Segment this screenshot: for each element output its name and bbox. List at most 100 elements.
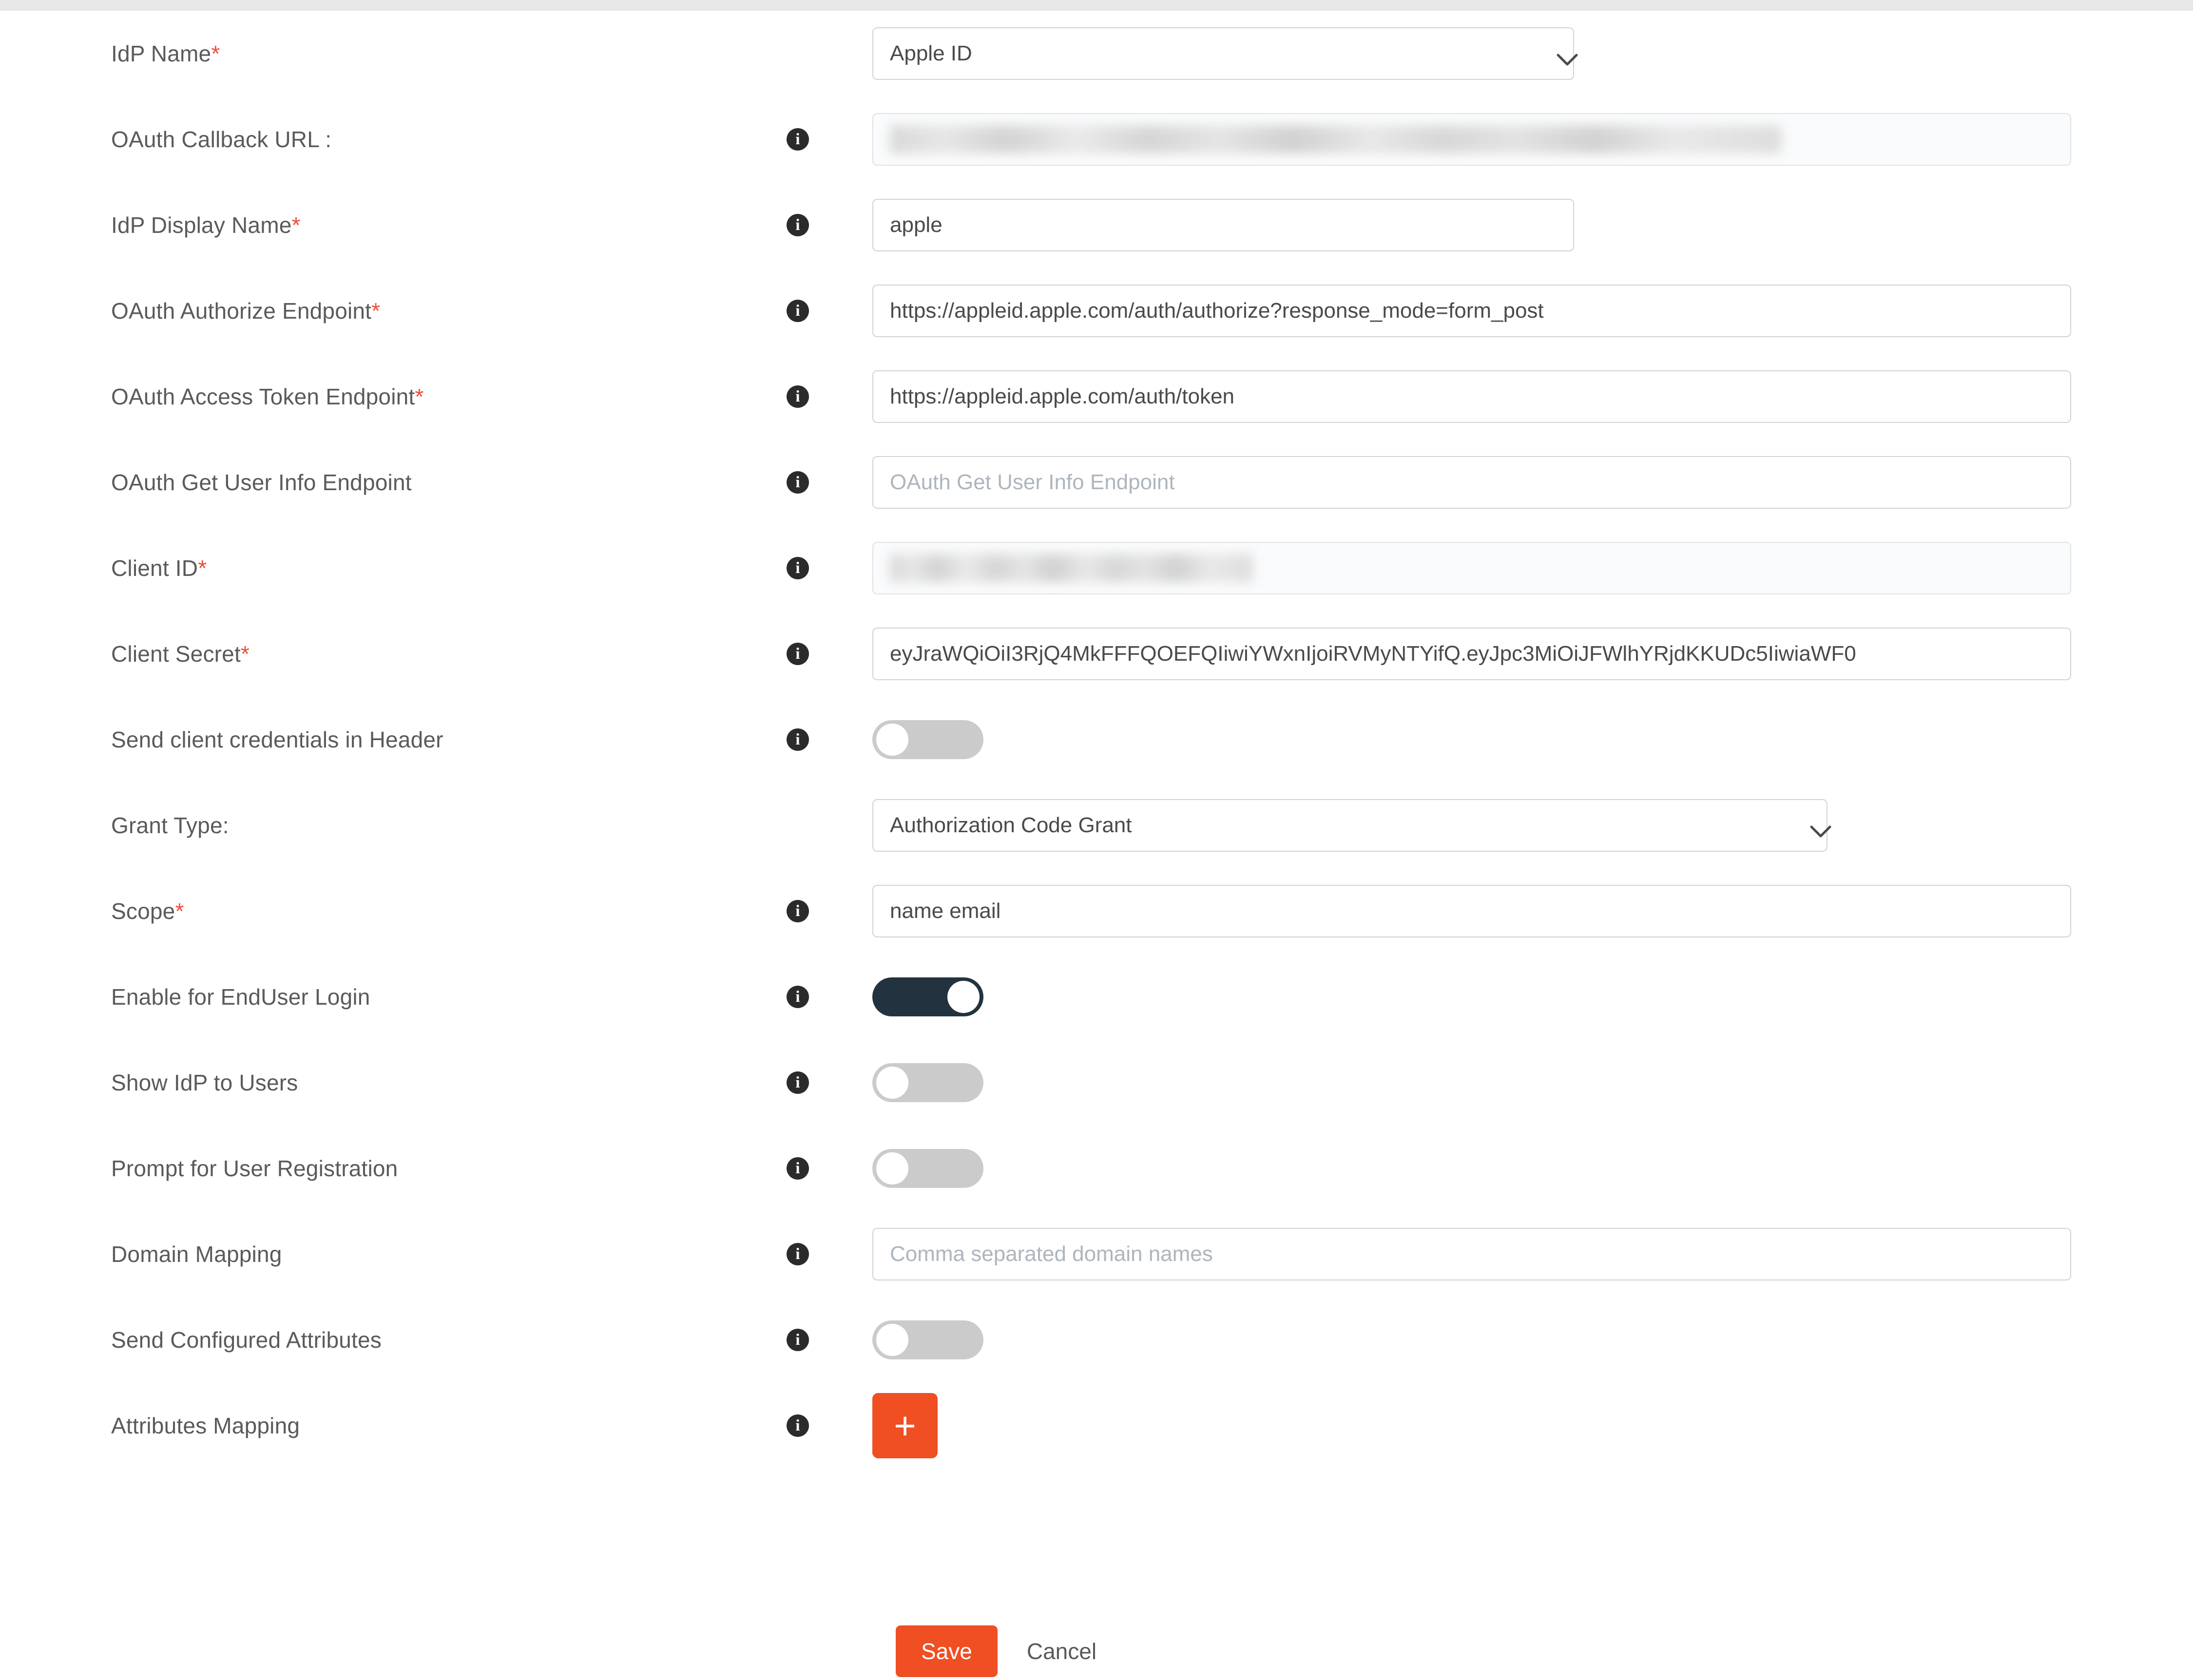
info-icon-glyph: i (795, 388, 800, 405)
toggle-knob (876, 724, 908, 756)
label-text-attributes-mapping: Attributes Mapping (111, 1413, 300, 1438)
info-icon[interactable]: i (787, 1157, 809, 1180)
info-icon[interactable]: i (787, 1414, 809, 1437)
grant-type-select[interactable]: Authorization Code Grant (872, 799, 1831, 852)
info-icon[interactable]: i (787, 728, 809, 751)
control-client-id (872, 542, 2071, 594)
label-text-oauth-access-token-endpoint: OAuth Access Token Endpoint (111, 384, 415, 409)
idp-display-name-input[interactable]: apple (872, 199, 1574, 251)
info-icon[interactable]: i (787, 986, 809, 1008)
label-oauth-access-token-endpoint: OAuth Access Token Endpoint* (111, 383, 424, 410)
form-row-grant-type: Grant Type: Authorization Code Grant (0, 783, 2193, 868)
cancel-button[interactable]: Cancel (1027, 1638, 1096, 1664)
oauth-callback-url-input[interactable] (872, 113, 2071, 166)
form-row-client-secret: Client Secret* i eyJraWQiOiI3RjQ4MkFFFQOEF… (0, 611, 2193, 697)
idp-configuration-form: IdP Name* Apple ID OAuth Callback URL : i Id… (0, 11, 2193, 1469)
info-icon-glyph: i (795, 645, 800, 663)
info-icon[interactable]: i (787, 1329, 809, 1351)
control-show-idp-to-users (872, 1063, 983, 1102)
info-icon[interactable]: i (787, 128, 809, 151)
idp-name-select[interactable]: Apple ID (872, 27, 1578, 80)
info-icon[interactable]: i (787, 385, 809, 408)
send-client-credentials-in-header-toggle[interactable] (872, 720, 983, 759)
send-configured-attributes-toggle[interactable] (872, 1320, 983, 1359)
info-icon-glyph: i (795, 988, 800, 1006)
grant-type-select-value: Authorization Code Grant (890, 813, 1132, 837)
form-row-oauth-callback-url: OAuth Callback URL : i (0, 96, 2193, 182)
info-icon-glyph: i (795, 216, 800, 234)
required-asterisk: * (175, 898, 184, 924)
info-icon[interactable]: i (787, 300, 809, 322)
redacted-value (890, 554, 1253, 582)
info-icon[interactable]: i (787, 557, 809, 579)
info-icon-glyph: i (795, 731, 800, 748)
label-text-send-configured-attributes: Send Configured Attributes (111, 1327, 382, 1353)
control-scope: name email (872, 885, 2071, 937)
oauth-access-token-endpoint-input[interactable]: https://appleid.apple.com/auth/token (872, 370, 2071, 423)
form-actions: Save Cancel (896, 1625, 1096, 1677)
label-text-oauth-authorize-endpoint: OAuth Authorize Endpoint (111, 298, 372, 324)
save-button[interactable]: Save (896, 1625, 998, 1677)
form-row-prompt-for-user-registration: Prompt for User Registration i (0, 1126, 2193, 1211)
required-asterisk: * (198, 555, 207, 581)
label-text-oauth-callback-url: OAuth Callback URL : (111, 127, 332, 152)
show-idp-to-users-toggle[interactable] (872, 1063, 983, 1102)
enable-for-enduser-login-toggle[interactable] (872, 977, 983, 1016)
form-row-oauth-authorize-endpoint: OAuth Authorize Endpoint* i https://applei… (0, 268, 2193, 354)
label-oauth-authorize-endpoint: OAuth Authorize Endpoint* (111, 298, 380, 324)
control-send-configured-attributes (872, 1320, 983, 1359)
oauth-authorize-endpoint-input[interactable]: https://appleid.apple.com/auth/authorize… (872, 285, 2071, 337)
label-text-idp-name: IdP Name (111, 41, 212, 66)
info-icon[interactable]: i (787, 1071, 809, 1094)
prompt-for-user-registration-toggle[interactable] (872, 1149, 983, 1188)
control-grant-type: Authorization Code Grant (872, 799, 1831, 852)
form-row-send-configured-attributes: Send Configured Attributes i (0, 1297, 2193, 1383)
info-icon[interactable]: i (787, 900, 809, 922)
label-domain-mapping: Domain Mapping (111, 1241, 282, 1267)
label-oauth-get-user-info-endpoint: OAuth Get User Info Endpoint (111, 469, 412, 496)
client-secret-input[interactable]: eyJraWQiOiI3RjQ4MkFFFQOEFQIiwiYWxnIjoiRV… (872, 628, 2071, 680)
control-oauth-get-user-info-endpoint: OAuth Get User Info Endpoint (872, 456, 2071, 509)
oauth-get-user-info-endpoint-input[interactable]: OAuth Get User Info Endpoint (872, 456, 2071, 509)
info-icon[interactable]: i (787, 643, 809, 665)
toggle-knob (876, 1324, 908, 1356)
label-prompt-for-user-registration: Prompt for User Registration (111, 1155, 398, 1182)
label-show-idp-to-users: Show IdP to Users (111, 1069, 298, 1096)
control-attributes-mapping: + (872, 1393, 938, 1458)
label-text-show-idp-to-users: Show IdP to Users (111, 1070, 298, 1095)
info-icon-glyph: i (795, 1074, 800, 1091)
redacted-value (890, 125, 1782, 153)
info-icon-glyph: i (795, 1245, 800, 1263)
required-asterisk: * (371, 298, 381, 324)
label-attributes-mapping: Attributes Mapping (111, 1413, 300, 1439)
window-top-strip (0, 0, 2193, 11)
idp-name-select-value: Apple ID (890, 41, 972, 65)
form-row-send-client-credentials-in-header: Send client credentials in Header i (0, 697, 2193, 783)
scope-value: name email (890, 899, 1001, 923)
info-icon-glyph: i (795, 1331, 800, 1349)
client-id-input[interactable] (872, 542, 2071, 594)
form-row-client-id: Client ID* i (0, 525, 2193, 611)
control-oauth-access-token-endpoint: https://appleid.apple.com/auth/token (872, 370, 2071, 423)
info-icon[interactable]: i (787, 1243, 809, 1265)
domain-mapping-input[interactable]: Comma separated domain names (872, 1228, 2071, 1280)
add-attribute-mapping-button[interactable]: + (872, 1393, 938, 1458)
scope-input[interactable]: name email (872, 885, 2071, 937)
form-row-domain-mapping: Domain Mapping i Comma separated domain na… (0, 1211, 2193, 1297)
label-text-oauth-get-user-info-endpoint: OAuth Get User Info Endpoint (111, 470, 412, 495)
info-icon[interactable]: i (787, 214, 809, 236)
control-oauth-authorize-endpoint: https://appleid.apple.com/auth/authorize… (872, 285, 2071, 337)
oauth-authorize-endpoint-value: https://appleid.apple.com/auth/authorize… (890, 299, 1544, 323)
info-icon-glyph: i (795, 302, 800, 320)
control-domain-mapping: Comma separated domain names (872, 1228, 2071, 1280)
control-prompt-for-user-registration (872, 1149, 983, 1188)
label-grant-type: Grant Type: (111, 812, 229, 839)
form-row-idp-display-name: IdP Display Name* i apple (0, 182, 2193, 268)
label-text-client-secret: Client Secret (111, 641, 241, 667)
toggle-knob (947, 981, 980, 1013)
required-asterisk: * (211, 41, 220, 66)
label-scope: Scope* (111, 898, 184, 924)
label-text-grant-type: Grant Type: (111, 813, 229, 838)
client-secret-value: eyJraWQiOiI3RjQ4MkFFFQOEFQIiwiYWxnIjoiRV… (890, 642, 1856, 666)
info-icon[interactable]: i (787, 471, 809, 494)
